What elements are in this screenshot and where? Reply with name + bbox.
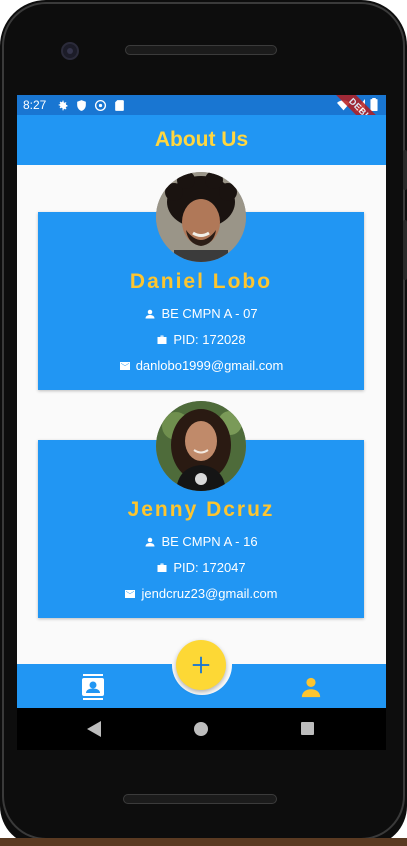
app-screen: 8:27 DEBUG About Us Daniel Lobo BE CMPN … — [17, 95, 386, 708]
person-icon — [301, 677, 321, 698]
member-pid: PID: 172028 — [173, 332, 246, 347]
member-email: jendcruz23@gmail.com — [141, 586, 278, 601]
recents-button[interactable] — [301, 722, 314, 735]
avatar — [156, 401, 246, 491]
member-pid: PID: 172047 — [173, 560, 246, 575]
app-bar: About Us — [17, 115, 386, 165]
member-email: danlobo1999@gmail.com — [135, 358, 284, 373]
front-camera — [61, 42, 79, 60]
add-icon — [192, 656, 210, 674]
background-strip — [0, 838, 407, 846]
sync-icon — [95, 99, 107, 111]
member-email-row: jendcruz23@gmail.com — [38, 586, 364, 601]
shield-icon — [77, 99, 87, 111]
member-class: BE CMPN A - 07 — [161, 306, 258, 321]
back-icon[interactable] — [87, 721, 101, 737]
avatar-photo-daniel — [156, 172, 246, 262]
person-icon — [145, 309, 155, 318]
mail-icon — [125, 589, 136, 598]
side-button — [403, 150, 407, 190]
profile-nav-button[interactable] — [297, 673, 325, 701]
system-nav-bar — [17, 708, 386, 750]
sd-card-icon — [115, 99, 125, 111]
member-name: Jenny Dcruz — [127, 498, 275, 521]
member-pid-row: PID: 172028 — [38, 332, 364, 347]
avatar — [156, 172, 246, 262]
status-time: 8:27 — [23, 98, 47, 112]
member-class-row: BE CMPN A - 07 — [38, 306, 364, 321]
add-fab-button[interactable] — [176, 640, 226, 690]
page-title: About Us — [154, 128, 249, 151]
settings-icon — [59, 100, 68, 110]
status-bar: 8:27 DEBUG — [17, 95, 386, 149]
briefcase-icon — [157, 335, 167, 344]
member-email-row: danlobo1999@gmail.com — [38, 358, 364, 373]
member-pid-row: PID: 172047 — [38, 560, 364, 575]
contacts-icon — [82, 674, 104, 700]
avatar-photo-jenny — [156, 401, 246, 491]
battery-icon — [370, 98, 378, 111]
contacts-nav-button[interactable] — [79, 673, 107, 701]
top-speaker — [125, 45, 277, 55]
side-button — [403, 220, 407, 280]
bottom-speaker — [123, 794, 277, 804]
person-icon — [145, 537, 155, 546]
mail-icon — [119, 361, 130, 370]
member-class-row: BE CMPN A - 16 — [38, 534, 364, 549]
phone-frame: 8:27 DEBUG About Us Daniel Lobo BE CMPN … — [0, 0, 407, 846]
member-class: BE CMPN A - 16 — [161, 534, 258, 549]
home-button[interactable] — [194, 722, 208, 736]
member-name: Daniel Lobo — [129, 270, 273, 293]
briefcase-icon — [157, 563, 167, 572]
